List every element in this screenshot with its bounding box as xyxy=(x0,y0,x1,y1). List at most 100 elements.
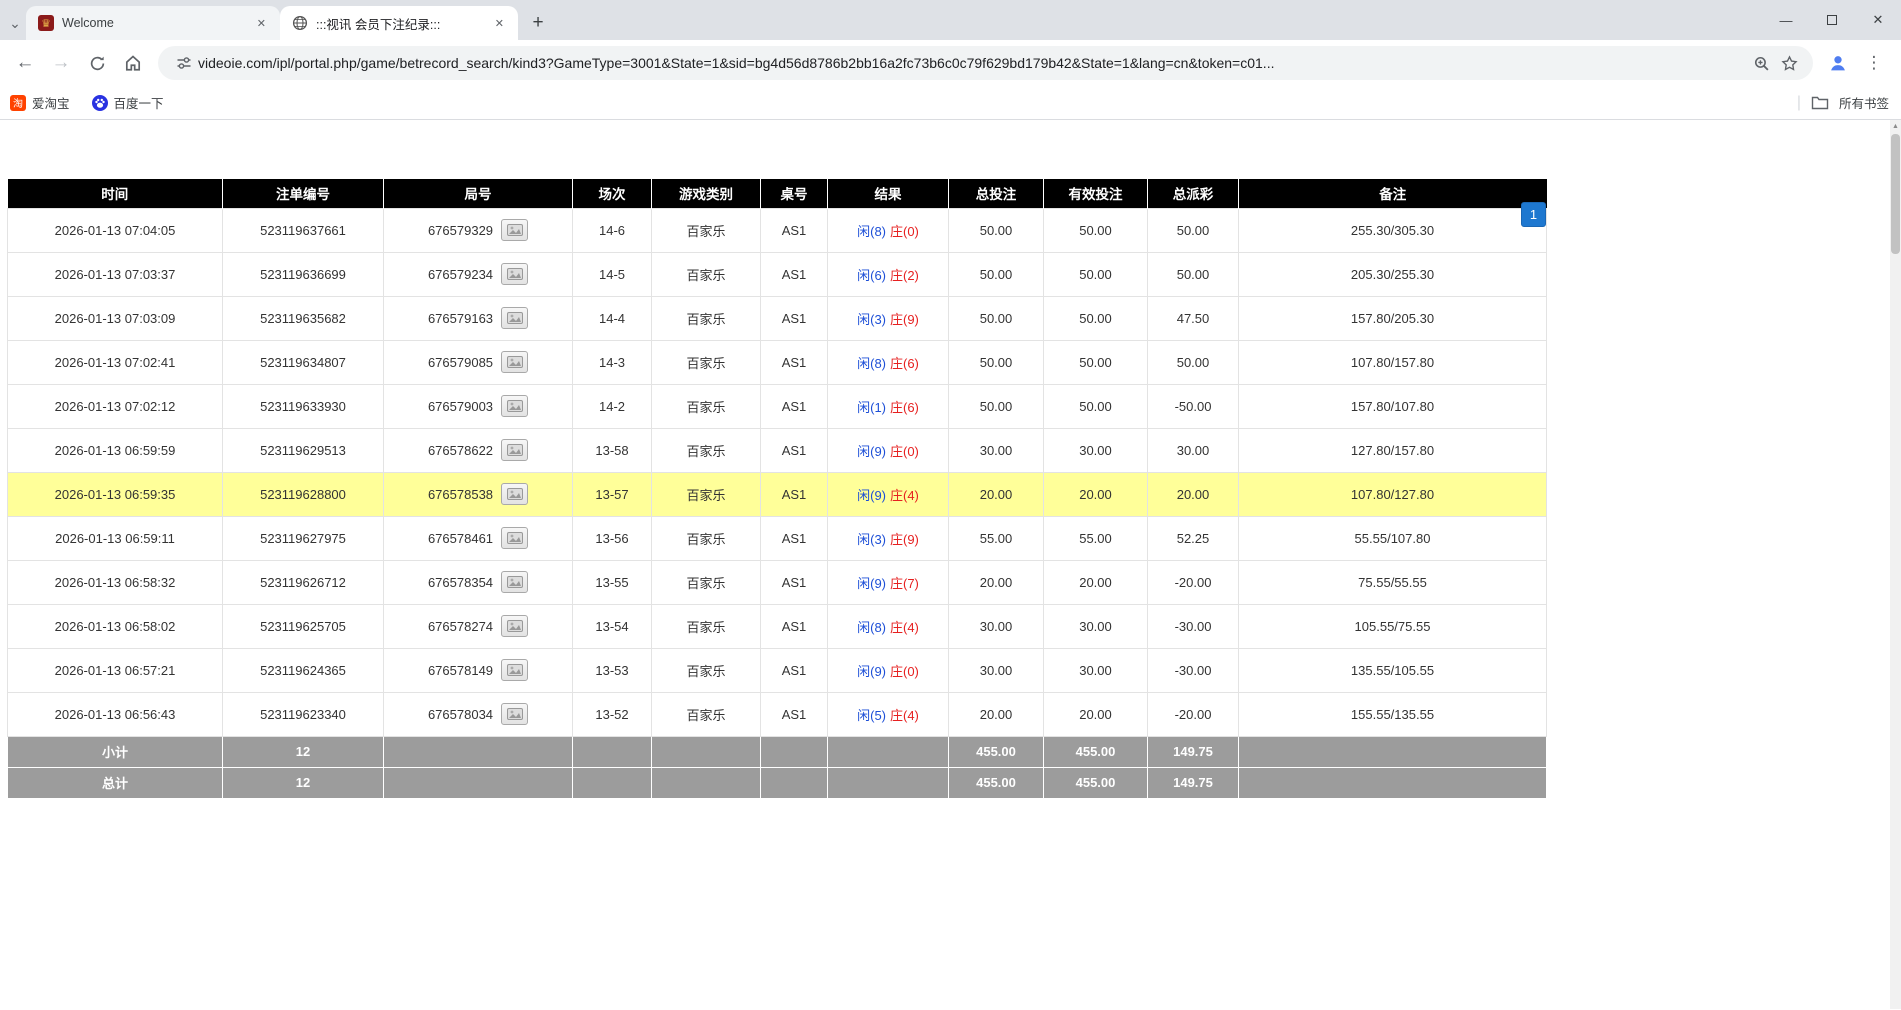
minimize-button[interactable]: — xyxy=(1763,0,1809,40)
table-row[interactable]: 2026-01-13 07:02:41 523119634807 6765790… xyxy=(8,340,1547,384)
footer-empty xyxy=(384,767,573,798)
maximize-icon xyxy=(1827,15,1837,25)
browser-menu-icon[interactable]: ⋮ xyxy=(1857,46,1891,80)
cell-total-bet[interactable]: 30.00 xyxy=(949,648,1044,692)
table-row[interactable]: 2026-01-13 06:57:21 523119624365 6765781… xyxy=(8,648,1547,692)
url-text[interactable]: videoie.com/ipl/portal.php/game/betrecor… xyxy=(198,55,1747,71)
table-row[interactable]: 2026-01-13 06:58:02 523119625705 6765782… xyxy=(8,604,1547,648)
refresh-button[interactable] xyxy=(80,46,114,80)
home-button[interactable] xyxy=(116,46,150,80)
round-replay-icon[interactable] xyxy=(501,439,528,461)
round-number: 676579234 xyxy=(428,267,493,282)
zoom-icon[interactable] xyxy=(1747,49,1775,77)
back-button[interactable]: ← xyxy=(8,46,42,80)
cell-total-bet[interactable]: 30.00 xyxy=(949,604,1044,648)
pagination-page-1[interactable]: 1 xyxy=(1521,202,1546,227)
table-row[interactable]: 2026-01-13 06:56:43 523119623340 6765780… xyxy=(8,692,1547,736)
round-replay-icon[interactable] xyxy=(501,703,528,725)
cell-bet-no: 523119637661 xyxy=(223,208,384,252)
table-row[interactable]: 2026-01-13 06:59:59 523119629513 6765786… xyxy=(8,428,1547,472)
table-row[interactable]: 2026-01-13 07:03:37 523119636699 6765792… xyxy=(8,252,1547,296)
cell-total-bet[interactable]: 20.00 xyxy=(949,472,1044,516)
table-row[interactable]: 2026-01-13 07:04:05 523119637661 6765793… xyxy=(8,208,1547,252)
table-row[interactable]: 2026-01-13 06:59:11 523119627975 6765784… xyxy=(8,516,1547,560)
tab-welcome[interactable]: ♛ Welcome ✕ xyxy=(26,6,280,40)
round-replay-icon[interactable] xyxy=(501,659,528,681)
bookmark-baidu[interactable]: 百度一下 xyxy=(92,93,164,112)
cell-bet-no: 523119629513 xyxy=(223,428,384,472)
new-tab-button[interactable]: + xyxy=(524,9,552,37)
all-bookmarks-label[interactable]: 所有书签 xyxy=(1839,93,1889,112)
col-header-game-type: 游戏类别 xyxy=(652,179,761,208)
cell-total-bet[interactable]: 50.00 xyxy=(949,384,1044,428)
cell-total-bet[interactable]: 30.00 xyxy=(949,428,1044,472)
round-replay-icon[interactable] xyxy=(501,571,528,593)
tab-close-icon[interactable]: ✕ xyxy=(253,15,270,32)
cell-valid-bet: 30.00 xyxy=(1044,604,1148,648)
site-settings-icon[interactable] xyxy=(170,49,198,77)
round-replay-icon[interactable] xyxy=(501,527,528,549)
cell-total-bet[interactable]: 55.00 xyxy=(949,516,1044,560)
cell-remark: 75.55/55.55 xyxy=(1239,560,1547,604)
cell-round-no: 676578274 xyxy=(384,604,573,648)
tab-close-icon[interactable]: ✕ xyxy=(491,15,508,32)
scrollbar[interactable]: ▲ xyxy=(1890,120,1901,1009)
result-banker: 庄(9) xyxy=(890,312,919,327)
cell-table-no: AS1 xyxy=(761,252,828,296)
round-replay-icon[interactable] xyxy=(501,263,528,285)
table-row[interactable]: 2026-01-13 06:59:35 523119628800 6765785… xyxy=(8,472,1547,516)
cell-valid-bet: 50.00 xyxy=(1044,296,1148,340)
cell-result: 闲(8)庄(0) xyxy=(828,208,949,252)
scrollbar-thumb[interactable] xyxy=(1891,134,1900,254)
cell-round-no: 676579329 xyxy=(384,208,573,252)
subtotal-row: 小计 12 455.00 455.00 149.75 xyxy=(8,736,1547,767)
cell-result: 闲(8)庄(6) xyxy=(828,340,949,384)
close-window-button[interactable]: ✕ xyxy=(1855,0,1901,40)
scroll-up-icon[interactable]: ▲ xyxy=(1890,120,1901,132)
cell-table-no: AS1 xyxy=(761,648,828,692)
col-header-session: 场次 xyxy=(573,179,652,208)
table-row[interactable]: 2026-01-13 07:03:09 523119635682 6765791… xyxy=(8,296,1547,340)
cell-time: 2026-01-13 06:59:59 xyxy=(8,428,223,472)
round-number: 676578274 xyxy=(428,619,493,634)
cell-table-no: AS1 xyxy=(761,340,828,384)
forward-button[interactable]: → xyxy=(44,46,78,80)
result-player: 闲(9) xyxy=(857,664,886,679)
url-bar[interactable]: videoie.com/ipl/portal.php/game/betrecor… xyxy=(158,46,1813,80)
maximize-button[interactable] xyxy=(1809,0,1855,40)
tab-bet-records[interactable]: :::视讯 会员下注纪录::: ✕ xyxy=(280,6,518,40)
cell-total-bet[interactable]: 20.00 xyxy=(949,692,1044,736)
result-banker: 庄(6) xyxy=(890,356,919,371)
cell-total-bet[interactable]: 50.00 xyxy=(949,296,1044,340)
bookmark-star-icon[interactable] xyxy=(1775,49,1803,77)
col-header-payout: 总派彩 xyxy=(1148,179,1239,208)
cell-round-no: 676579003 xyxy=(384,384,573,428)
round-replay-icon[interactable] xyxy=(501,219,528,241)
result-player: 闲(5) xyxy=(857,708,886,723)
round-replay-icon[interactable] xyxy=(501,307,528,329)
result-player: 闲(6) xyxy=(857,268,886,283)
cell-remark: 105.55/75.55 xyxy=(1239,604,1547,648)
cell-game-type: 百家乐 xyxy=(652,516,761,560)
bookmark-taobao[interactable]: 淘 爱淘宝 xyxy=(10,93,70,112)
round-replay-icon[interactable] xyxy=(501,615,528,637)
table-row[interactable]: 2026-01-13 07:02:12 523119633930 6765790… xyxy=(8,384,1547,428)
cell-result: 闲(1)庄(6) xyxy=(828,384,949,428)
table-row[interactable]: 2026-01-13 06:58:32 523119626712 6765783… xyxy=(8,560,1547,604)
round-replay-icon[interactable] xyxy=(501,483,528,505)
chevron-down-icon[interactable]: ⌄ xyxy=(4,6,26,40)
cell-remark: 157.80/205.30 xyxy=(1239,296,1547,340)
cell-total-bet[interactable]: 20.00 xyxy=(949,560,1044,604)
profile-avatar[interactable] xyxy=(1821,46,1855,80)
cell-total-bet[interactable]: 50.00 xyxy=(949,340,1044,384)
cell-total-bet[interactable]: 50.00 xyxy=(949,252,1044,296)
round-replay-icon[interactable] xyxy=(501,395,528,417)
cell-payout: 50.00 xyxy=(1148,340,1239,384)
round-replay-icon[interactable] xyxy=(501,351,528,373)
cell-result: 闲(6) 庄(2) xyxy=(828,252,949,296)
cell-session: 13-54 xyxy=(573,604,652,648)
result-banker: 庄(2) xyxy=(890,268,919,283)
cell-total-bet[interactable]: 50.00 xyxy=(949,208,1044,252)
subtotal-payout: 149.75 xyxy=(1148,736,1239,767)
cell-session: 13-57 xyxy=(573,472,652,516)
